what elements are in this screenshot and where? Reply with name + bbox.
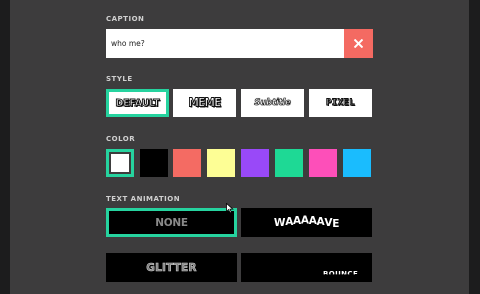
wave-letter: E (332, 217, 340, 230)
color-swatch-fill (140, 149, 168, 177)
animation-option-label: NONE (155, 216, 188, 229)
wave-letter: A (293, 214, 301, 227)
color-swatch[interactable] (309, 149, 337, 177)
color-swatch[interactable] (343, 149, 371, 177)
color-swatch[interactable] (173, 149, 201, 177)
wave-letter: A (316, 215, 325, 228)
animation-option-none[interactable]: NONE (106, 208, 237, 237)
animation-option-wave[interactable]: WAAAAAVE (241, 208, 372, 237)
close-icon (354, 39, 363, 48)
app-frame: CAPTION STYLE DEFAULT MEME Subtitle PIXE… (0, 0, 480, 294)
color-swatch-fill (343, 149, 371, 177)
color-swatch[interactable] (106, 149, 134, 177)
style-section-label: STYLE (106, 75, 133, 83)
wave-letter: A (308, 214, 317, 227)
color-swatch[interactable] (275, 149, 303, 177)
color-swatch[interactable] (140, 149, 168, 177)
clear-caption-button[interactable] (344, 29, 373, 58)
color-swatch-fill (173, 149, 201, 177)
wave-letter: A (300, 214, 309, 226)
color-swatch-fill (309, 149, 337, 177)
animation-option-label: GLITTER (146, 261, 197, 274)
caption-input[interactable] (106, 29, 344, 58)
mouse-pointer-icon (226, 203, 234, 214)
style-option-meme[interactable]: MEME (173, 89, 236, 117)
animation-option-label: WAAAAAVE (273, 214, 340, 230)
animation-section-label: TEXT ANIMATION (106, 195, 181, 203)
style-option-label: PIXEL (325, 98, 356, 109)
caption-section-label: CAPTION (106, 15, 145, 23)
color-section-label: COLOR (106, 135, 136, 143)
animation-option-partial-preview: BOUNCE (323, 270, 359, 278)
wave-letter: V (324, 216, 333, 229)
color-swatch-fill (275, 149, 303, 177)
style-option-label: DEFAULT (115, 97, 160, 109)
style-option-label: MEME (188, 96, 222, 111)
style-option-pixel[interactable]: PIXEL (309, 89, 372, 117)
animation-option-partial[interactable]: BOUNCE (241, 253, 372, 282)
color-swatch[interactable] (207, 149, 235, 177)
style-option-default[interactable]: DEFAULT (106, 89, 169, 117)
wave-letter: A (285, 215, 294, 228)
color-swatch-fill (241, 149, 269, 177)
animation-option-glitter[interactable]: GLITTER (106, 253, 237, 282)
wave-letter: W (273, 216, 286, 229)
color-swatch-fill (207, 149, 235, 177)
style-option-label: Subtitle (254, 98, 291, 109)
color-swatch[interactable] (241, 149, 269, 177)
color-swatch-fill (111, 154, 129, 172)
style-option-subtitle[interactable]: Subtitle (241, 89, 304, 117)
